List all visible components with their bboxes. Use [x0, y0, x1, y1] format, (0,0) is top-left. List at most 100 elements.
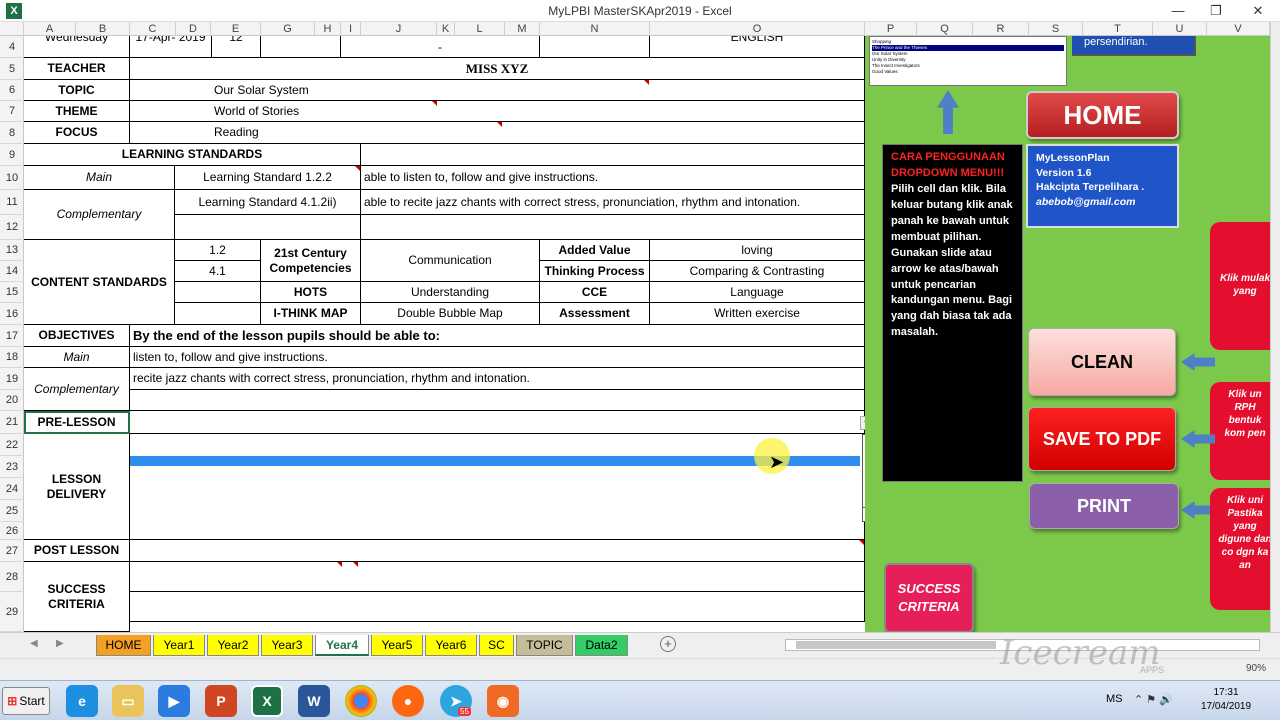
blank-cell[interactable]: [175, 215, 361, 240]
row-number[interactable]: 26: [0, 522, 24, 540]
row-number[interactable]: 15: [0, 282, 24, 303]
restore-button[interactable]: ❐: [1198, 2, 1234, 20]
class-cell[interactable]: 12: [212, 36, 261, 58]
col-header[interactable]: O: [650, 22, 865, 36]
tab-year2[interactable]: Year2: [207, 635, 259, 656]
sc-value-1[interactable]: [130, 562, 865, 592]
powerpoint-icon[interactable]: P: [205, 685, 237, 717]
row-number[interactable]: 6: [0, 80, 24, 101]
row-number[interactable]: 14: [0, 261, 24, 282]
col-header[interactable]: U: [1153, 22, 1207, 36]
row-number[interactable]: 4: [0, 36, 24, 58]
row-number[interactable]: 13: [0, 240, 24, 261]
theme-value[interactable]: World of Stories: [130, 101, 865, 122]
objectives-intro[interactable]: By the end of the lesson pupils should b…: [130, 325, 865, 347]
screen-recorder-icon[interactable]: ◉: [487, 685, 519, 717]
col-header[interactable]: Q: [917, 22, 973, 36]
row-number[interactable]: 20: [0, 390, 24, 411]
col-header[interactable]: P: [865, 22, 917, 36]
tab-year1[interactable]: Year1: [153, 635, 205, 656]
clean-button[interactable]: CLEAN: [1028, 328, 1176, 396]
c21-value[interactable]: Communication: [361, 240, 540, 282]
date-cell[interactable]: 17-Apr- 2019: [130, 36, 212, 58]
col-header[interactable]: H: [315, 22, 341, 36]
blank-cell[interactable]: [540, 36, 650, 58]
cce-value[interactable]: Language: [650, 282, 865, 303]
tab-year4[interactable]: Year4: [315, 635, 369, 656]
row-number[interactable]: 25: [0, 500, 24, 522]
file-explorer-icon[interactable]: ▭: [112, 685, 144, 717]
col-header[interactable]: T: [1083, 22, 1153, 36]
subject-cell[interactable]: ENGLISH: [650, 36, 865, 58]
dash-cell[interactable]: -: [341, 36, 540, 58]
row-number[interactable]: 27: [0, 540, 24, 562]
row-number[interactable]: 10: [0, 166, 24, 190]
add-sheet-icon[interactable]: +: [660, 636, 676, 652]
day-cell[interactable]: Wednesday: [24, 36, 130, 58]
row-number[interactable]: 12: [0, 215, 24, 240]
clock[interactable]: 17:31 17/04/2019: [1196, 686, 1256, 714]
post-lesson-value[interactable]: [130, 540, 865, 562]
save-to-pdf-button[interactable]: SAVE TO PDF: [1028, 407, 1176, 471]
assessment-value[interactable]: Written exercise: [650, 303, 865, 325]
blank-cell[interactable]: [361, 215, 865, 240]
col-header[interactable]: R: [973, 22, 1029, 36]
cs-code-2[interactable]: 4.1: [175, 261, 261, 282]
obj-main-value[interactable]: listen to, follow and give instructions.: [130, 347, 865, 368]
row-number[interactable]: 17: [0, 325, 24, 347]
firefox-icon[interactable]: ●: [392, 685, 424, 717]
row-number[interactable]: 24: [0, 478, 24, 500]
col-header[interactable]: M: [505, 22, 540, 36]
topic-value[interactable]: Our Solar System: [130, 80, 865, 101]
row-number[interactable]: 28: [0, 562, 24, 592]
ithink-value[interactable]: Double Bubble Map: [361, 303, 540, 325]
ls-comp-desc[interactable]: able to recite jazz chants with correct …: [361, 190, 865, 215]
internet-explorer-icon[interactable]: e: [66, 685, 98, 717]
blank-cell[interactable]: [130, 390, 865, 411]
minimize-button[interactable]: —: [1160, 2, 1196, 20]
cs-code-1[interactable]: 1.2: [175, 240, 261, 261]
row-number[interactable]: 23: [0, 456, 24, 478]
col-header[interactable]: B: [76, 22, 130, 36]
topic-dropdown-list[interactable]: Shopping The Prince and the Thieves Our …: [869, 36, 1067, 86]
col-header[interactable]: V: [1207, 22, 1270, 36]
pre-lesson-label[interactable]: PRE-LESSON: [24, 411, 130, 434]
tab-data2[interactable]: Data2: [575, 635, 628, 656]
ls-main-code[interactable]: Learning Standard 1.2.2: [175, 166, 361, 190]
row-number[interactable]: 7: [0, 101, 24, 122]
col-header[interactable]: L: [455, 22, 505, 36]
word-icon[interactable]: W: [298, 685, 330, 717]
col-header[interactable]: D: [176, 22, 211, 36]
col-header[interactable]: K: [437, 22, 455, 36]
row-number[interactable]: 5: [0, 58, 24, 80]
zoom-level[interactable]: 90%: [1246, 663, 1266, 674]
col-header[interactable]: E: [211, 22, 261, 36]
row-number[interactable]: 9: [0, 144, 24, 166]
dropdown-highlight[interactable]: [130, 456, 860, 466]
blank-cell[interactable]: [361, 144, 865, 166]
chrome-icon[interactable]: [345, 685, 377, 717]
tab-year3[interactable]: Year3: [261, 635, 313, 656]
home-button[interactable]: HOME: [1026, 91, 1179, 139]
blank-cell[interactable]: [175, 303, 261, 325]
tab-year5[interactable]: Year5: [371, 635, 423, 656]
start-button[interactable]: ⊞ Start: [2, 687, 50, 715]
blank-cell[interactable]: [175, 282, 261, 303]
row-number[interactable]: 19: [0, 368, 24, 390]
row-number[interactable]: 11: [0, 190, 24, 215]
list-item[interactable]: Good Values: [872, 69, 1064, 75]
tab-scroll-right-icon[interactable]: ▶: [56, 638, 64, 649]
ls-main-desc[interactable]: able to listen to, follow and give instr…: [361, 166, 865, 190]
print-button[interactable]: PRINT: [1029, 483, 1179, 529]
tab-sc[interactable]: SC: [479, 635, 514, 656]
tab-home[interactable]: HOME: [96, 635, 151, 656]
sc-value-2[interactable]: [130, 592, 865, 622]
col-header[interactable]: I: [341, 22, 361, 36]
media-player-icon[interactable]: ▶: [158, 685, 190, 717]
col-header[interactable]: C: [130, 22, 176, 36]
scroll-thumb[interactable]: [796, 641, 996, 649]
ls-comp-code[interactable]: Learning Standard 4.1.2ii): [175, 190, 361, 215]
tab-scroll-left-icon[interactable]: ◀: [30, 638, 38, 649]
language-indicator[interactable]: MS: [1106, 693, 1123, 705]
teacher-value[interactable]: MISS XYZ: [130, 58, 865, 80]
